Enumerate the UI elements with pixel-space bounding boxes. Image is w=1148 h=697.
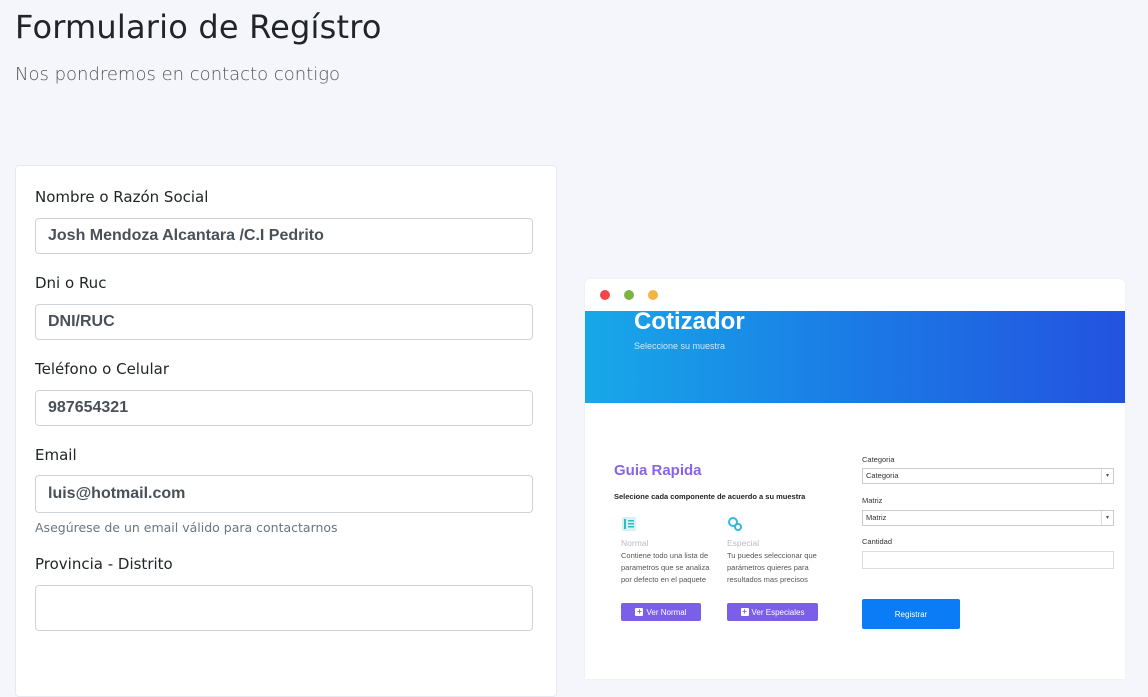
minimize-dot-icon — [624, 290, 634, 300]
page-subtitle: Nos pondremos en contacto contigo — [15, 64, 341, 85]
email-help-text: Asegúrese de un email válido para contac… — [35, 520, 338, 535]
preview-guide-title: Guia Rapida — [614, 462, 702, 479]
email-label: Email — [35, 446, 77, 464]
preview-banner-subtitle: Seleccione su muestra — [634, 341, 726, 351]
preview-matrix-select: Matriz ▾ — [862, 510, 1114, 526]
preview-guide-desc: Selecione cada componente de acuerdo a s… — [614, 492, 806, 501]
preview-matrix-value: Matriz — [866, 513, 887, 522]
preview-register-button: Registrar — [862, 599, 960, 629]
preview-banner: Cotizador Seleccione su muestra — [585, 308, 1125, 403]
gears-icon — [728, 517, 742, 531]
preview-option-special-title: Especial — [727, 538, 760, 548]
name-input[interactable] — [35, 218, 533, 254]
province-label: Provincia - Distrito — [35, 555, 173, 573]
preview-quantity-input — [862, 551, 1114, 569]
preview-option-normal-text: Contiene todo una lista de parametros qu… — [621, 551, 710, 584]
chevron-down-icon: ▾ — [1101, 511, 1113, 525]
preview-category-value: Categoria — [866, 471, 899, 480]
preview-option-normal-title: Normal — [621, 538, 649, 548]
maximize-dot-icon — [648, 290, 658, 300]
list-icon — [622, 517, 636, 531]
phone-label: Teléfono o Celular — [35, 360, 169, 378]
preview-option-special-text: Tu puedes seleccionar que parámetros qui… — [727, 551, 817, 584]
quoter-preview-image: Cotizador Seleccione su muestra Guia Rap… — [585, 279, 1125, 679]
preview-ver-especiales-label: Ver Especiales — [751, 607, 805, 617]
preview-ver-normal-label: Ver Normal — [646, 607, 687, 617]
plus-icon: + — [635, 607, 644, 616]
preview-ver-especiales-button: + Ver Especiales — [727, 603, 818, 621]
name-label: Nombre o Razón Social — [35, 188, 209, 206]
dni-label: Dni o Ruc — [35, 274, 107, 292]
page-title: Formulario de Regístro — [15, 8, 382, 46]
registration-form-card: Nombre o Razón Social Dni o Ruc Teléfono… — [15, 165, 557, 697]
email-input[interactable] — [35, 475, 533, 513]
chevron-down-icon: ▾ — [1101, 469, 1113, 483]
preview-category-select: Categoria ▾ — [862, 468, 1114, 484]
province-input[interactable] — [35, 585, 533, 631]
preview-ver-normal-button: + Ver Normal — [621, 603, 701, 621]
preview-matrix-label: Matriz — [862, 496, 883, 505]
phone-input[interactable] — [35, 390, 533, 426]
close-dot-icon — [600, 290, 610, 300]
plus-icon: + — [740, 607, 749, 616]
dni-input[interactable] — [35, 304, 533, 340]
preview-window-bar — [585, 279, 1125, 311]
preview-quantity-label: Cantidad — [862, 537, 893, 546]
preview-category-label: Categoria — [862, 455, 895, 464]
preview-banner-title: Cotizador — [634, 308, 745, 335]
